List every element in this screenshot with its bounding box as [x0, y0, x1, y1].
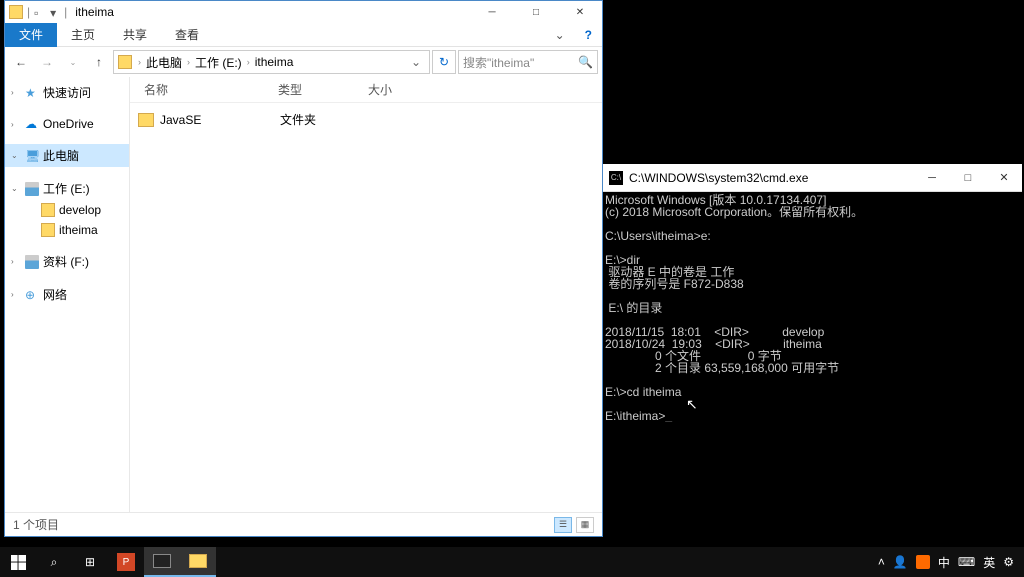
- breadcrumb-folder[interactable]: itheima: [252, 55, 297, 69]
- cursor-icon: ↖: [686, 398, 698, 410]
- cmd-output[interactable]: Microsoft Windows [版本 10.0.17134.407] (c…: [603, 192, 1022, 422]
- start-button[interactable]: [0, 547, 36, 577]
- address-dropdown-icon[interactable]: ⌄: [407, 55, 425, 69]
- nav-folder-develop[interactable]: develop: [5, 200, 129, 220]
- nav-this-pc[interactable]: ⌄🖥此电脑: [5, 144, 129, 167]
- folder-icon: [9, 5, 23, 19]
- cmd-title: C:\WINDOWS\system32\cmd.exe: [629, 171, 808, 185]
- cmd-line: E:\ 的目录: [605, 301, 662, 315]
- taskview-button[interactable]: ⊞: [72, 547, 108, 577]
- taskbar-explorer[interactable]: [180, 547, 216, 577]
- new-folder-icon[interactable]: ▾: [50, 6, 62, 18]
- taskbar-powerpoint[interactable]: P: [108, 547, 144, 577]
- header-type[interactable]: 类型: [270, 81, 360, 98]
- tab-view[interactable]: 查看: [161, 23, 213, 47]
- cmd-line: 2 个目录 63,559,168,000 可用字节: [605, 361, 839, 375]
- help-icon[interactable]: ?: [575, 28, 602, 42]
- header-size[interactable]: 大小: [360, 81, 400, 98]
- up-button[interactable]: ↑: [87, 50, 111, 74]
- nav-folder-itheima[interactable]: itheima: [5, 220, 129, 240]
- separator: |: [64, 5, 67, 19]
- tab-share[interactable]: 共享: [109, 23, 161, 47]
- nav-quick-access[interactable]: ›★快速访问: [5, 81, 129, 104]
- file-type: 文件夹: [280, 111, 316, 128]
- maximize-button[interactable]: □: [514, 1, 558, 23]
- view-details-icon[interactable]: ☰: [554, 517, 572, 533]
- list-item[interactable]: JavaSE 文件夹: [138, 109, 594, 130]
- close-button[interactable]: ✕: [986, 164, 1022, 192]
- folder-icon: [138, 113, 154, 127]
- ribbon: 文件 主页 共享 查看 ⌄ ?: [5, 23, 602, 47]
- cmd-line: C:\Users\itheima>e:: [605, 229, 711, 243]
- address-bar[interactable]: › 此电脑 › 工作 (E:) › itheima ⌄: [113, 50, 430, 74]
- expand-ribbon-icon[interactable]: ⌄: [545, 28, 575, 42]
- ime-indicator[interactable]: 中: [938, 554, 950, 571]
- column-headers[interactable]: 名称 类型 大小: [130, 77, 602, 103]
- tab-file[interactable]: 文件: [5, 23, 57, 47]
- chevron-right-icon[interactable]: ›: [185, 57, 192, 67]
- back-button[interactable]: ←: [9, 50, 33, 74]
- chevron-right-icon[interactable]: ›: [136, 57, 143, 67]
- nav-pane: ›★快速访问 ›☁OneDrive ⌄🖥此电脑 ⌄工作 (E:) develop…: [5, 77, 130, 512]
- cmd-titlebar[interactable]: C:\ C:\WINDOWS\system32\cmd.exe ─ □ ✕: [603, 164, 1022, 192]
- nav-onedrive[interactable]: ›☁OneDrive: [5, 114, 129, 134]
- nav-network[interactable]: ›⊕网络: [5, 283, 129, 306]
- properties-icon[interactable]: ▫: [34, 6, 46, 18]
- tray-keyboard-icon[interactable]: ⌨: [958, 555, 975, 569]
- content-pane: 名称 类型 大小 JavaSE 文件夹: [130, 77, 602, 512]
- tab-home[interactable]: 主页: [57, 23, 109, 47]
- minimize-button[interactable]: ─: [470, 1, 514, 23]
- file-name: JavaSE: [160, 113, 280, 127]
- view-icons-icon[interactable]: ▦: [576, 517, 594, 533]
- tray-sogou-icon[interactable]: [916, 555, 930, 569]
- refresh-button[interactable]: ↻: [432, 50, 456, 74]
- cmd-line: 卷的序列号是 F872-D838: [605, 277, 744, 291]
- header-name[interactable]: 名称: [130, 81, 270, 98]
- tray-settings-icon[interactable]: ⚙: [1003, 555, 1014, 569]
- cmd-line: E:\>cd itheima: [605, 385, 681, 399]
- maximize-button[interactable]: □: [950, 164, 986, 192]
- tray-up-icon[interactable]: ˄: [878, 555, 885, 569]
- cmd-line: E:\itheima>_: [605, 409, 672, 422]
- breadcrumb-drive[interactable]: 工作 (E:): [192, 54, 245, 71]
- cmd-line: (c) 2018 Microsoft Corporation。保留所有权利。: [605, 205, 863, 219]
- lang-indicator[interactable]: 英: [983, 554, 995, 571]
- separator: |: [27, 5, 30, 19]
- titlebar[interactable]: | ▫ ▾ | itheima ─ □ ✕: [5, 1, 602, 23]
- status-bar: 1 个项目 ☰ ▦: [5, 512, 602, 536]
- file-list[interactable]: JavaSE 文件夹: [130, 103, 602, 512]
- cmd-icon: C:\: [609, 171, 623, 185]
- taskbar-cmd[interactable]: [144, 547, 180, 577]
- address-bar-row: ← → ⌄ ↑ › 此电脑 › 工作 (E:) › itheima ⌄ ↻ 搜索…: [5, 47, 602, 77]
- search-icon[interactable]: 🔍: [578, 55, 593, 69]
- taskbar: ⌕ ⊞ P ˄ 👤 中 ⌨ 英 ⚙: [0, 547, 1024, 577]
- cmd-window: C:\ C:\WINDOWS\system32\cmd.exe ─ □ ✕ Mi…: [603, 164, 1022, 422]
- nav-drive-f[interactable]: ›资料 (F:): [5, 250, 129, 273]
- search-placeholder: 搜索"itheima": [463, 54, 534, 71]
- tray-people-icon[interactable]: 👤: [893, 555, 908, 569]
- search-button[interactable]: ⌕: [36, 547, 72, 577]
- recent-button[interactable]: ⌄: [61, 50, 85, 74]
- item-count: 1 个项目: [13, 516, 59, 533]
- nav-drive-e[interactable]: ⌄工作 (E:): [5, 177, 129, 200]
- search-input[interactable]: 搜索"itheima" 🔍: [458, 50, 598, 74]
- chevron-right-icon[interactable]: ›: [245, 57, 252, 67]
- quick-access-toolbar: ▫ ▾: [34, 6, 62, 18]
- window-title: itheima: [75, 5, 114, 19]
- minimize-button[interactable]: ─: [914, 164, 950, 192]
- file-explorer-window: | ▫ ▾ | itheima ─ □ ✕ 文件 主页 共享 查看 ⌄ ? ← …: [4, 0, 603, 537]
- close-button[interactable]: ✕: [558, 1, 602, 23]
- forward-button[interactable]: →: [35, 50, 59, 74]
- breadcrumb-pc[interactable]: 此电脑: [143, 54, 185, 71]
- folder-icon: [118, 55, 132, 69]
